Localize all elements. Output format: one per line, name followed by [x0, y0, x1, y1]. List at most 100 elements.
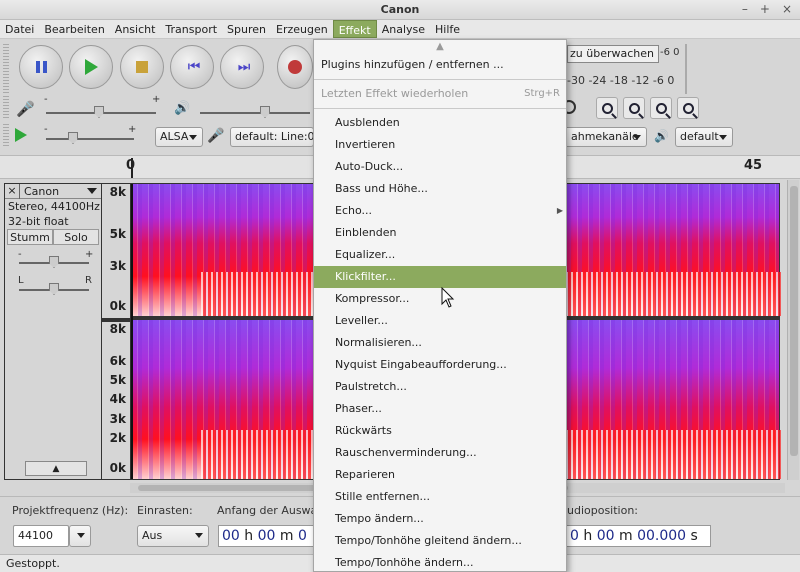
menu-item-effect[interactable]: Tempo/Tonhöhe gleitend ändern...	[314, 530, 566, 552]
menu-transport[interactable]: Transport	[160, 20, 222, 38]
recording-device-select[interactable]: default: Line:0	[230, 127, 314, 147]
menu-item-effect[interactable]: Leveller...	[314, 310, 566, 332]
menu-item-effect[interactable]: Auto-Duck...	[314, 156, 566, 178]
play-speed-slider[interactable]	[46, 132, 134, 144]
audio-host-select[interactable]: ALSA	[155, 127, 203, 147]
track-close-icon[interactable]: ×	[5, 183, 20, 199]
menu-item-effect[interactable]: Rauschenverminderung...	[314, 442, 566, 464]
meter-scale-top: -6 0	[660, 47, 680, 58]
zoom-out-button[interactable]	[623, 97, 645, 119]
menu-item-effect[interactable]: Phaser...	[314, 398, 566, 420]
snap-select[interactable]: Aus	[137, 525, 209, 547]
menu-datei[interactable]: Datei	[0, 20, 39, 38]
menu-item-label: Echo...	[335, 204, 372, 217]
menu-item-effect[interactable]: Reparieren	[314, 464, 566, 486]
menu-hilfe[interactable]: Hilfe	[430, 20, 465, 38]
fit-selection-button[interactable]	[650, 97, 672, 119]
mute-button[interactable]: Stumm	[7, 229, 53, 245]
menu-item-plugins[interactable]: Plugins hinzufügen / entfernen ...	[314, 54, 566, 76]
repeat-effect-label: Letzten Effekt wiederholen	[321, 87, 469, 100]
play-button[interactable]	[69, 45, 113, 89]
menu-item-effect[interactable]: Equalizer...	[314, 244, 566, 266]
stop-button[interactable]	[120, 45, 164, 89]
selection-start-label: Anfang der Auswah	[217, 504, 325, 517]
play-at-speed-button[interactable]	[15, 128, 27, 142]
menu-item-effect[interactable]: Nyquist Eingabeaufforderung...	[314, 354, 566, 376]
menu-bearbeiten[interactable]: Bearbeiten	[39, 20, 109, 38]
menu-item-effect[interactable]: Tempo ändern...	[314, 508, 566, 530]
menu-item-label: Reparieren	[335, 468, 396, 481]
skip-end-button[interactable]: ⏭	[220, 45, 264, 89]
toolbar-grip[interactable]	[3, 44, 9, 94]
audio-host-value: ALSA	[160, 130, 189, 143]
track-header: × Canon	[5, 183, 101, 199]
recording-channels-select[interactable]: ahmekanäle	[567, 127, 647, 147]
playback-volume-slider[interactable]	[200, 106, 310, 118]
menu-item-label: Einblenden	[335, 226, 397, 239]
close-icon[interactable]: ×	[782, 2, 792, 16]
menu-item-effect[interactable]: Tempo/Tonhöhe ändern...	[314, 552, 566, 571]
menu-item-label: Normalisieren...	[335, 336, 422, 349]
vertical-scrollbar[interactable]	[787, 180, 799, 480]
selection-start-time[interactable]: 00 h 00 m 0	[218, 525, 314, 547]
timeline-label-0: 0	[126, 158, 136, 173]
skip-start-button[interactable]: ⏮	[170, 45, 214, 89]
pause-icon	[35, 61, 47, 73]
track-pan-slider[interactable]	[19, 283, 89, 295]
project-rate-dropdown[interactable]	[69, 525, 91, 547]
axis-label: 8k	[109, 322, 126, 336]
track-menu-chevron-icon[interactable]	[87, 188, 97, 194]
project-rate-input[interactable]: 44100	[13, 525, 69, 547]
menu-spuren[interactable]: Spuren	[222, 20, 271, 38]
menu-item-label: Equalizer...	[335, 248, 396, 261]
record-button[interactable]	[277, 45, 313, 89]
menu-separator	[314, 79, 566, 80]
menu-item-effect[interactable]: Einblenden	[314, 222, 566, 244]
menu-item-label: Leveller...	[335, 314, 388, 327]
axis-label: 2k	[109, 431, 126, 445]
maximize-icon[interactable]: +	[760, 2, 770, 16]
fit-project-button[interactable]	[677, 97, 699, 119]
mixer-grip[interactable]	[3, 96, 9, 120]
menu-item-effect[interactable]: Ausblenden	[314, 112, 566, 134]
vertical-scroll-thumb[interactable]	[790, 186, 798, 456]
device-grip[interactable]	[3, 124, 9, 148]
microphone-icon: 🎤	[16, 100, 35, 118]
track-control-panel[interactable]: × Canon Stereo, 44100Hz 32-bit float Stu…	[4, 183, 102, 480]
playback-device-select[interactable]: default	[675, 127, 733, 147]
menu-analyse[interactable]: Analyse	[377, 20, 430, 38]
menu-scroll-up-icon[interactable]: ▲	[314, 40, 566, 54]
menu-ansicht[interactable]: Ansicht	[110, 20, 161, 38]
track-name-menu[interactable]: Canon	[20, 184, 87, 199]
menu-item-effect[interactable]: Klickfilter...	[314, 266, 566, 288]
menu-item-effect[interactable]: Normalisieren...	[314, 332, 566, 354]
rec-slider-plus: +	[152, 94, 161, 105]
axis-label: 8k	[109, 185, 126, 199]
menu-effekt[interactable]: Effekt	[332, 20, 377, 38]
pause-button[interactable]	[19, 45, 63, 89]
rec-slider-minus: -	[44, 94, 48, 105]
menu-item-effect[interactable]: Echo... ▶	[314, 200, 566, 222]
menu-item-effect[interactable]: Bass und Höhe...	[314, 178, 566, 200]
menu-item-effect[interactable]: Invertieren	[314, 134, 566, 156]
track-sliders: - + L R	[5, 245, 101, 305]
track-gain-slider[interactable]	[19, 256, 89, 268]
minimize-icon[interactable]: –	[742, 2, 748, 16]
meter-scale-bottom: -30 -24 -18 -12 -6 0	[567, 74, 675, 87]
menu-item-effect[interactable]: Rückwärts	[314, 420, 566, 442]
audio-position-time[interactable]: 0 h 00 m 00.000 s	[567, 525, 711, 547]
meter-monitor-text[interactable]: zu überwachen	[567, 45, 659, 63]
menu-item-label: Kompressor...	[335, 292, 410, 305]
menu-erzeugen[interactable]: Erzeugen	[271, 20, 333, 38]
menu-item-label: Auto-Duck...	[335, 160, 404, 173]
zoom-in-button[interactable]	[596, 97, 618, 119]
recording-volume-slider[interactable]	[46, 106, 156, 118]
menu-item-effect[interactable]: Paulstretch...	[314, 376, 566, 398]
collapse-track-button[interactable]: ▲	[25, 461, 87, 476]
menu-item-label: Bass und Höhe...	[335, 182, 428, 195]
effect-items-list: Ausblenden Invertieren Auto-Duck... Bass un…	[314, 112, 566, 571]
solo-button[interactable]: Solo	[53, 229, 99, 245]
menu-item-effect[interactable]: Kompressor...	[314, 288, 566, 310]
menu-item-effect[interactable]: Stille entfernen...	[314, 486, 566, 508]
snap-value: Aus	[142, 529, 163, 542]
